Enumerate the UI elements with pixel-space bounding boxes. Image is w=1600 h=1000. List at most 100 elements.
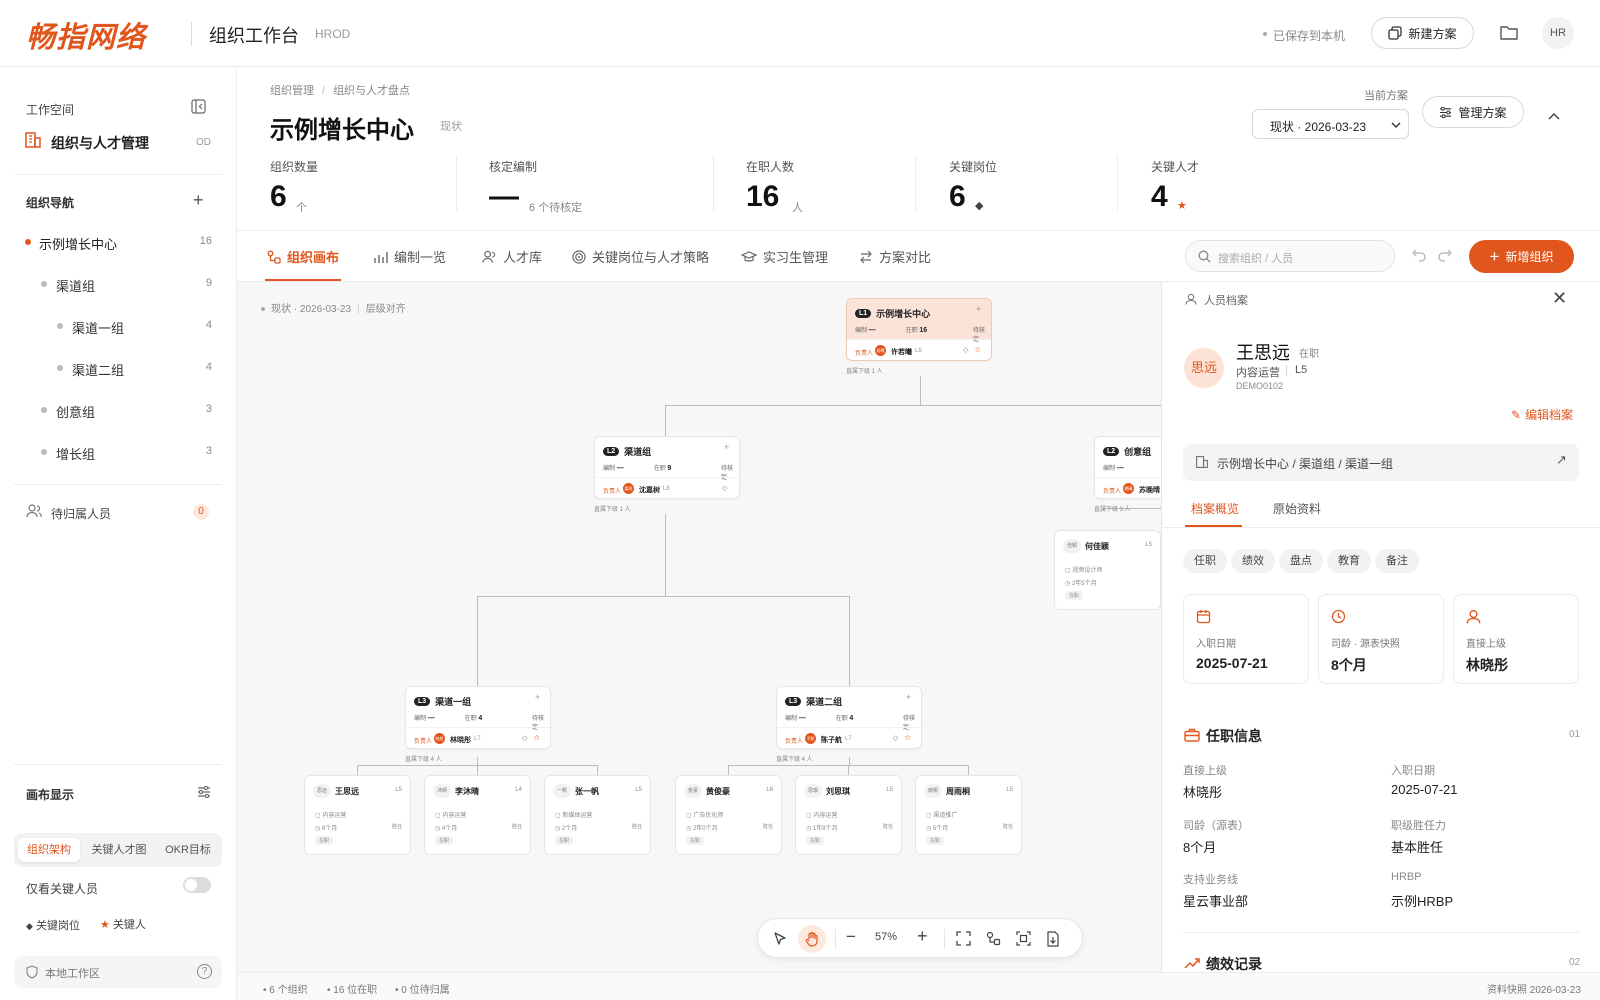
tab-talent-pool[interactable]: 人才库 xyxy=(482,247,542,266)
chip-review[interactable]: 盘点 xyxy=(1279,549,1323,573)
sidebar-item-channel-1[interactable]: 渠道一组 4 xyxy=(24,311,214,341)
sidebar-item-channel[interactable]: 渠道组 9 xyxy=(24,269,214,299)
kpi-value: 4 xyxy=(1151,180,1168,213)
stat-value: 8个月 xyxy=(1331,657,1367,673)
new-plan-button[interactable]: 新建方案 xyxy=(1371,17,1474,49)
zoom-in-icon[interactable]: + xyxy=(917,926,928,947)
connector-line xyxy=(477,596,478,688)
help-icon[interactable]: ? xyxy=(197,964,212,979)
org-canvas[interactable]: 现状 · 2026-03-23 | 层级对齐 L1 示例增长中心 + 编制 — 在职 1… xyxy=(237,282,1240,972)
segment-okr[interactable]: OKR目标 xyxy=(158,838,218,862)
leader-label: 负责人 xyxy=(785,739,804,745)
sidebar-item-label: 创意组 xyxy=(56,405,96,420)
sidebar-item-creative[interactable]: 创意组 3 xyxy=(24,395,214,425)
add-child-icon[interactable]: + xyxy=(976,304,981,314)
sidebar-item-growth[interactable]: 增长组 3 xyxy=(24,437,214,467)
zoom-out-icon[interactable]: − xyxy=(846,927,856,947)
chip-notes[interactable]: 备注 xyxy=(1375,549,1419,573)
person-card[interactable]: 俊豪 黄俊豪 L6 ▢ 广告优化师 ◷ 2年0个月 在职 胜任 xyxy=(675,775,782,855)
tab-interns[interactable]: 实习生管理 xyxy=(741,247,828,266)
org-path[interactable]: 示例增长中心 / 渠道组 / 渠道一组 ↗ xyxy=(1183,444,1579,481)
leader-name: 苏晚晴 xyxy=(1139,487,1160,494)
person-card[interactable]: 思琪 刘思琪 L5 ▢ 内容运营 ◷ 1年8个月 在职 胜任 xyxy=(795,775,902,855)
pending-members-item[interactable]: 待归属人员 xyxy=(51,505,111,522)
plan-select[interactable]: 现状 · 2026-03-23 xyxy=(1252,109,1409,139)
field-label: 职级胜任力 xyxy=(1391,820,1446,832)
person-card[interactable]: 思远 王思远 L5 ▢ 内容运营 ◷ 8个月 在职 胜任 xyxy=(304,775,411,855)
user-avatar[interactable]: HR xyxy=(1542,17,1574,49)
chip-appointment[interactable]: 任职 xyxy=(1183,549,1227,573)
only-key-toggle[interactable] xyxy=(183,877,211,893)
sliders-icon[interactable] xyxy=(197,785,211,799)
competency-tag: 胜任 xyxy=(391,824,402,830)
chip-education[interactable]: 教育 xyxy=(1327,549,1371,573)
person-card[interactable]: 雨桐 周雨桐 L5 ▢ 渠道推广 ◷ 5个月 在职 胜任 xyxy=(915,775,1022,855)
org-card-channel[interactable]: L2 渠道组 + 编制 — 在职 9 待核定 负责人 嘉树 沈嘉树 L8 ◇ xyxy=(594,436,740,499)
pointer-icon[interactable] xyxy=(772,931,788,947)
folder-icon[interactable] xyxy=(1499,24,1519,42)
avatar: 若曦 xyxy=(875,345,886,356)
meta-value: — xyxy=(798,715,806,722)
tab-divider xyxy=(1162,527,1600,528)
chip-performance[interactable]: 绩效 xyxy=(1231,549,1275,573)
org-card-growth-center[interactable]: L1 示例增长中心 + 编制 — 在职 16 待核定 负责人 若曦 许若曦 L8 ◇ ☆ xyxy=(846,298,992,361)
competency-tag: 胜任 xyxy=(1002,824,1013,830)
tree-dot xyxy=(41,407,47,413)
person-card[interactable]: 沐晴 李沐晴 L4 ▢ 内容运营 ◷ 4个月 在职 胜任 xyxy=(424,775,531,855)
add-org-icon[interactable]: + xyxy=(193,190,204,211)
tab-key-positions[interactable]: 关键岗位与人才策略 xyxy=(572,247,709,266)
search-input[interactable]: 搜索组织 / 人员 xyxy=(1185,240,1395,272)
person-status: 在职 xyxy=(926,836,945,845)
tab-raw-data[interactable]: 原始资料 xyxy=(1273,500,1321,517)
close-icon[interactable]: ✕ xyxy=(1552,288,1567,309)
workspace-name[interactable]: 组织与人才管理 xyxy=(51,133,149,153)
undo-icon[interactable] xyxy=(1411,248,1427,262)
tab-plan-compare[interactable]: 方案对比 xyxy=(859,247,931,266)
org-card-channel-2[interactable]: L3 渠道二组 + 编制 — 在职 4 待核定 负责人 子航 陈子航 L7 ◇ ☆ xyxy=(776,686,922,749)
redo-icon[interactable] xyxy=(1437,248,1453,262)
tab-label: 关键岗位与人才策略 xyxy=(592,250,710,265)
org-card-channel-1[interactable]: L3 渠道一组 + 编制 — 在职 4 待核定 负责人 晓彤 林晓彤 L7 ◇ ☆ xyxy=(405,686,551,749)
add-child-icon[interactable]: + xyxy=(535,692,540,702)
breadcrumb-item[interactable]: 组织管理 xyxy=(270,85,314,97)
legend-pos-label: 关键岗位 xyxy=(35,920,80,932)
export-icon[interactable] xyxy=(1046,931,1060,947)
layout-icon[interactable] xyxy=(986,931,1001,946)
leader-name: 沈嘉树 xyxy=(639,487,660,494)
person-status: 在职 xyxy=(555,836,574,845)
star-icon: ☆ xyxy=(974,345,982,354)
external-link-icon[interactable]: ↗ xyxy=(1556,452,1567,468)
person-card[interactable]: 佳颖 何佳颖 L5 ▢ 视频设计师 ◷ 2年5个月 在职 xyxy=(1054,530,1161,610)
fullscreen-icon[interactable] xyxy=(956,931,971,946)
canvas-align[interactable]: 层级对齐 xyxy=(366,304,406,315)
add-child-icon[interactable]: + xyxy=(906,692,911,702)
connector-line xyxy=(477,596,849,597)
person-level: L6 xyxy=(766,787,773,793)
breadcrumb-item[interactable]: 组织与人才盘点 xyxy=(333,85,410,97)
segment-org-structure[interactable]: 组织架构 xyxy=(18,838,80,862)
chevron-down-icon xyxy=(1391,121,1401,129)
sidebar-item-label: 示例增长中心 xyxy=(39,237,118,252)
org-chart-icon xyxy=(267,250,281,264)
tree-dot xyxy=(57,365,63,371)
sidebar-item-channel-2[interactable]: 渠道二组 4 xyxy=(24,353,214,383)
add-child-icon[interactable]: + xyxy=(724,442,729,452)
leader-name: 许若曦 xyxy=(891,349,912,356)
tab-org-canvas[interactable]: 组织画布 xyxy=(267,247,339,266)
tab-profile-overview[interactable]: 档案概览 xyxy=(1191,500,1239,517)
local-workspace[interactable]: 本地工作区 ? xyxy=(14,956,222,988)
canvas-mode-segmented: 组织架构 关键人才图 OKR目标 xyxy=(14,833,222,867)
connector-line xyxy=(597,765,598,775)
add-org-button[interactable]: + 新增组织 xyxy=(1469,240,1574,273)
person-card[interactable]: 一帆 张一帆 L5 ▢ 新媒体运营 ◷ 2个月 在职 胜任 xyxy=(544,775,651,855)
segment-key-talent[interactable]: 关键人才图 xyxy=(84,838,154,862)
collapse-sidebar-icon[interactable] xyxy=(191,99,206,114)
field-label: 支持业务线 xyxy=(1183,874,1238,886)
edit-profile-button[interactable]: ✎ 编辑档案 xyxy=(1511,406,1573,423)
manage-plan-button[interactable]: 管理方案 xyxy=(1422,96,1524,128)
chevron-up-icon[interactable] xyxy=(1548,112,1560,120)
sidebar-item-growth-center[interactable]: 示例增长中心 16 xyxy=(24,227,214,257)
fit-view-icon[interactable] xyxy=(1016,931,1031,946)
hand-tool-button[interactable] xyxy=(798,925,826,953)
tab-headcount[interactable]: 编制一览 xyxy=(374,247,446,266)
